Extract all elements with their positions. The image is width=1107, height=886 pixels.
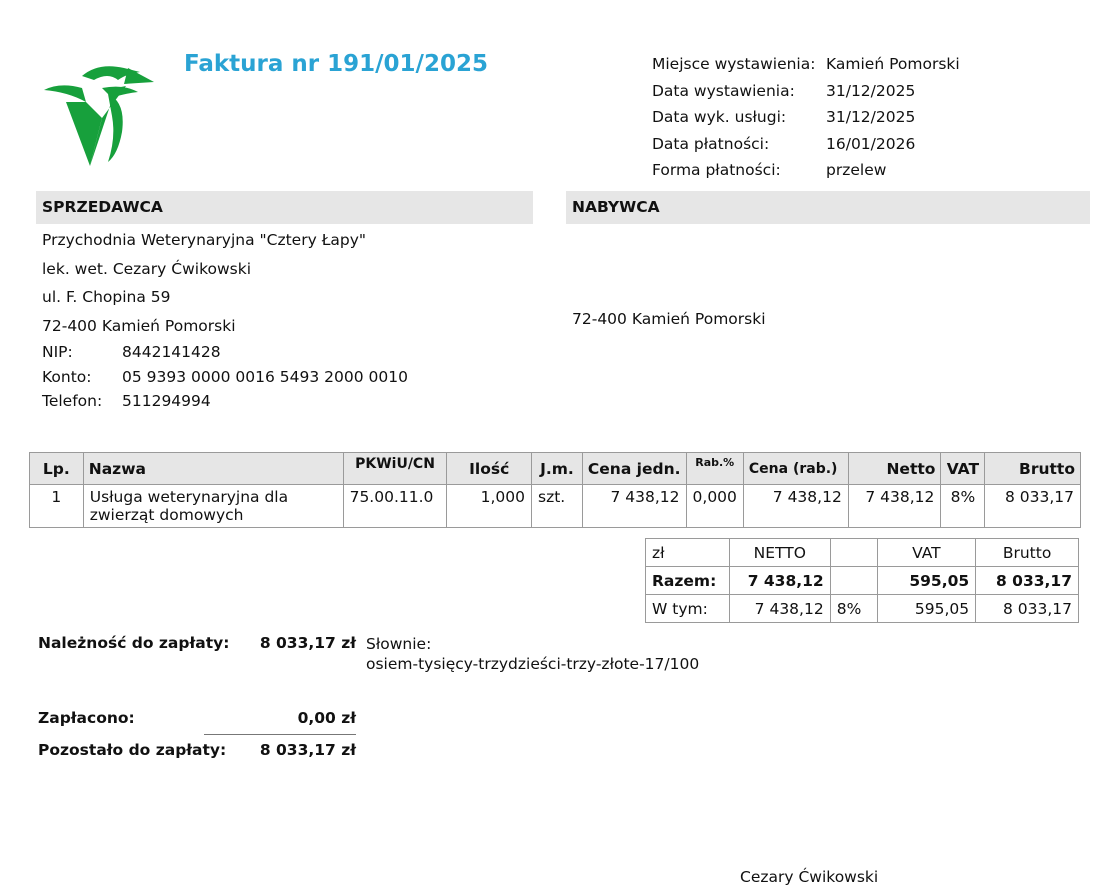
summary-cell: 595,05 [876, 594, 977, 623]
meta-label: Data wystawienia: [652, 81, 795, 100]
seller-id-value: 05 9393 0000 0016 5493 2000 0010 [122, 367, 408, 386]
cell-net: 7 438,12 [847, 484, 942, 528]
bird-logo-icon [44, 66, 154, 166]
col-header: Brutto [984, 452, 1081, 485]
summary-cell [829, 566, 878, 595]
paid-amount: 0,00 zł [297, 709, 356, 727]
company-logo [38, 58, 156, 168]
summary-cell: Razem: [645, 566, 730, 595]
summary-cell: 595,05 [876, 566, 977, 595]
seller-street: ul. F. Chopina 59 [42, 288, 171, 306]
summary-cell: 8% [829, 594, 878, 623]
cell-gross: 8 033,17 [984, 484, 1081, 528]
summary-cell [829, 538, 878, 567]
invoice-meta: Miejsce wystawienia: Kamień Pomorski Dat… [652, 51, 960, 184]
seller-id-value: 8442141428 [122, 343, 221, 361]
amount-due-label: Należność do zapłaty: [38, 634, 230, 652]
remaining-amount: 8 033,17 zł [259, 741, 356, 759]
col-header: Rab.% [685, 452, 744, 485]
items-header-row: Lp. Nazwa PKWiU/CN Ilość J.m. Cena jedn.… [29, 452, 1081, 485]
seller-heading: SPRZEDAWCA [36, 191, 533, 224]
meta-row-issue-date: Data wystawienia: 31/12/2025 [652, 78, 960, 105]
summary-table: zł NETTO VAT Brutto Razem: 7 438,12 595,… [645, 538, 1079, 623]
meta-label: Miejsce wystawienia: [652, 55, 816, 74]
seller-phone-row: Telefon: 511294994 [42, 389, 408, 414]
seller-id-label: NIP: [42, 343, 73, 361]
summary-cell: 8 033,17 [975, 566, 1079, 595]
col-header: J.m. [531, 452, 583, 485]
seller-id-value: 511294994 [122, 392, 211, 410]
summary-cell: 8 033,17 [975, 594, 1079, 623]
seller-ids: NIP: 8442141428 Konto: 05 9393 0000 0016… [42, 340, 408, 414]
buyer-city: 72-400 Kamień Pomorski [572, 310, 766, 325]
col-header: Cena (rab.) [742, 452, 849, 485]
meta-value: 31/12/2025 [826, 81, 916, 100]
meta-value: przelew [826, 161, 887, 180]
summary-cell: 7 438,12 [728, 594, 831, 623]
cell-unit-price: 7 438,12 [581, 484, 687, 528]
summary-cell: NETTO [728, 538, 831, 567]
col-header: PKWiU/CN [342, 452, 448, 485]
cell-lp: 1 [29, 484, 84, 528]
col-header: Netto [847, 452, 942, 485]
summary-cell: Brutto [975, 538, 1079, 567]
amount-words-value: osiem-tysięcy-trzydzieści-trzy-złote-17/… [366, 655, 700, 673]
signature-name: Cezary Ćwikowski [740, 868, 879, 886]
meta-value: 31/12/2025 [826, 108, 916, 127]
invoice-title: Faktura nr 191/01/2025 [184, 51, 488, 77]
summary-total-row: Razem: 7 438,12 595,05 8 033,17 [645, 566, 1079, 595]
summary-cell: W tym: [645, 594, 730, 623]
seller-id-label: Konto: [42, 367, 92, 386]
col-header: Ilość [446, 452, 533, 485]
amount-due-value: 8 033,17 zł [259, 634, 356, 652]
amount-words-label: Słownie: [366, 635, 432, 653]
cell-name: Usługa weterynaryjna dla zwierząt domowy… [82, 484, 344, 528]
cell-qty: 1,000 [446, 484, 533, 528]
summary-cell: 7 438,12 [728, 566, 831, 595]
col-header: VAT [940, 452, 986, 485]
meta-row-payment-method: Forma płatności: przelew [652, 157, 960, 184]
summary-cell: VAT [876, 538, 977, 567]
cell-vat: 8% [940, 484, 986, 528]
seller-nip-row: NIP: 8442141428 [42, 340, 408, 365]
meta-label: Data wyk. usługi: [652, 108, 787, 127]
meta-row-service-date: Data wyk. usługi: 31/12/2025 [652, 104, 960, 131]
summary-cell: zł [645, 538, 730, 567]
meta-label: Data płatności: [652, 134, 770, 153]
seller-person: lek. wet. Cezary Ćwikowski [42, 259, 252, 278]
divider [204, 734, 356, 735]
meta-row-place: Miejsce wystawienia: Kamień Pomorski [652, 51, 960, 78]
seller-city: 72-400 Kamień Pomorski [42, 316, 236, 335]
meta-label: Forma płatności: [652, 161, 781, 180]
paid-label: Zapłacono: [38, 709, 135, 727]
remaining-label: Pozostało do zapłaty: [38, 741, 227, 759]
meta-value: Kamień Pomorski [826, 55, 960, 74]
col-header: Lp. [29, 452, 84, 485]
seller-address: Przychodnia Weterynaryjna "Cztery Łapy" … [42, 226, 366, 340]
col-header: Nazwa [82, 452, 344, 485]
items-table: Lp. Nazwa PKWiU/CN Ilość J.m. Cena jedn.… [29, 452, 1081, 528]
seller-account-row: Konto: 05 9393 0000 0016 5493 2000 0010 [42, 365, 408, 390]
col-header: Cena jedn. [581, 452, 687, 485]
summary-breakdown-row: W tym: 7 438,12 8% 595,05 8 033,17 [645, 594, 1079, 623]
cell-unit: szt. [531, 484, 583, 528]
cell-discount: 0,000 [685, 484, 744, 528]
meta-value: 16/01/2026 [826, 134, 916, 153]
meta-row-payment-date: Data płatności: 16/01/2026 [652, 131, 960, 158]
seller-name: Przychodnia Weterynaryjna "Cztery Łapy" [42, 231, 367, 249]
summary-header-row: zł NETTO VAT Brutto [645, 538, 1079, 567]
cell-pkwiu: 75.00.11.0 [342, 484, 448, 528]
buyer-heading: NABYWCA [566, 191, 1090, 224]
seller-id-label: Telefon: [42, 392, 103, 410]
table-row: 1 Usługa weterynaryjna dla zwierząt domo… [29, 484, 1081, 528]
cell-discounted-price: 7 438,12 [742, 484, 849, 528]
